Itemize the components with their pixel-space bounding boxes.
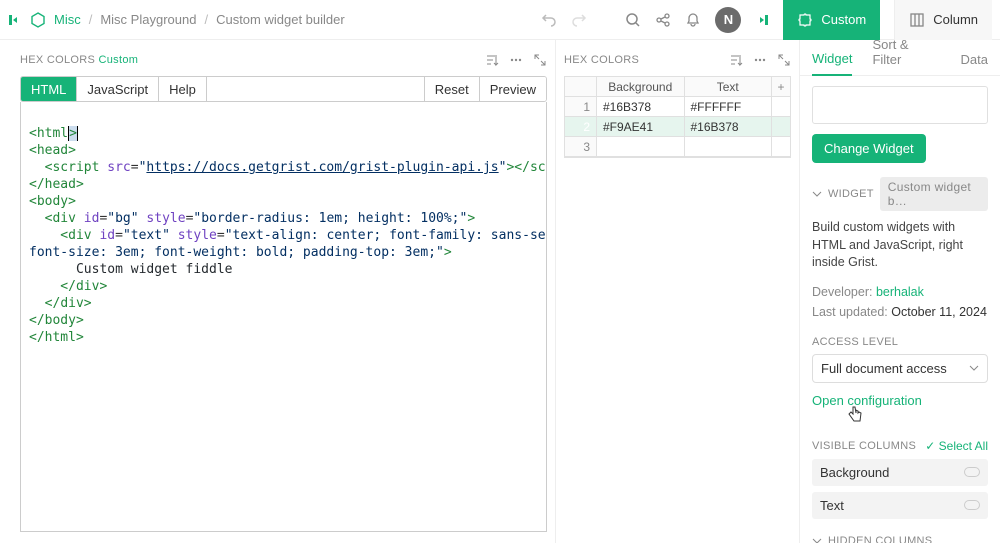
table-row[interactable]: 2 #F9AE41 #16B378 <box>565 117 790 137</box>
panel-tab-sort[interactable]: Sort & Filter <box>872 40 940 75</box>
custom-button[interactable]: Custom <box>783 0 880 40</box>
sort-icon[interactable] <box>485 53 499 67</box>
breadcrumb-1[interactable]: Misc <box>54 12 81 27</box>
widget-preview-box <box>812 86 988 124</box>
widget-section-label: WIDGET <box>828 188 874 200</box>
developer-link[interactable]: berhalak <box>876 285 924 299</box>
chevron-down-icon[interactable] <box>812 536 822 543</box>
puzzle-icon <box>797 12 813 28</box>
redo-icon[interactable] <box>571 12 587 28</box>
table-row[interactable]: 3 <box>565 137 790 157</box>
column-icon <box>909 12 925 28</box>
undo-icon[interactable] <box>541 12 557 28</box>
search-icon[interactable] <box>625 12 641 28</box>
breadcrumb-3[interactable]: Custom widget builder <box>216 12 345 27</box>
toggle-icon[interactable] <box>964 467 980 477</box>
more-icon[interactable] <box>509 53 523 67</box>
tab-html[interactable]: HTML <box>21 77 77 101</box>
avatar[interactable]: N <box>715 7 741 33</box>
table-row[interactable]: 1 #16B378 #FFFFFF <box>565 97 790 117</box>
editor-section-title: HEX COLORS Custom <box>20 54 138 66</box>
data-table[interactable]: Background Text + 1 #16B378 #FFFFFF 2 #F… <box>564 76 791 158</box>
share-icon[interactable] <box>655 12 671 28</box>
doc-icon <box>30 12 46 28</box>
visible-column-text[interactable]: Text <box>812 492 988 519</box>
access-level-label: ACCESS LEVEL <box>812 336 988 348</box>
column-button[interactable]: Column <box>894 0 992 40</box>
expand-icon[interactable] <box>777 53 791 67</box>
custom-label: Custom <box>821 12 866 27</box>
tab-help[interactable]: Help <box>159 77 207 101</box>
expand-icon[interactable] <box>533 53 547 67</box>
tab-reset[interactable]: Reset <box>425 77 480 101</box>
panel-tab-widget[interactable]: Widget <box>812 51 852 76</box>
more-icon[interactable] <box>753 53 767 67</box>
breadcrumb-2[interactable]: Misc Playground <box>100 12 196 27</box>
cursor-hand-icon <box>848 406 1000 425</box>
add-column-button[interactable]: + <box>772 77 790 96</box>
dock-right-icon[interactable] <box>755 13 769 27</box>
widget-description: Build custom widgets with HTML and JavaS… <box>812 219 988 272</box>
visible-column-background[interactable]: Background <box>812 459 988 486</box>
widget-name-badge: Custom widget b… <box>880 177 988 211</box>
toggle-icon[interactable] <box>964 500 980 510</box>
bell-icon[interactable] <box>685 12 701 28</box>
col-header-text[interactable]: Text <box>685 77 773 96</box>
sort-icon[interactable] <box>729 53 743 67</box>
column-label: Column <box>933 12 978 27</box>
chevron-down-icon <box>969 363 979 373</box>
select-all-link[interactable]: ✓ Select All <box>925 439 988 453</box>
panel-tab-data[interactable]: Data <box>961 52 988 75</box>
col-header-background[interactable]: Background <box>597 77 685 96</box>
access-level-select[interactable]: Full document access <box>812 354 988 383</box>
hidden-columns-label: HIDDEN COLUMNS <box>828 535 932 543</box>
chevron-down-icon[interactable] <box>812 189 822 199</box>
change-widget-button[interactable]: Change Widget <box>812 134 926 163</box>
code-editor[interactable]: <html> <head> <script src="https://docs.… <box>20 102 547 532</box>
dock-left-icon[interactable] <box>8 13 22 27</box>
editor-tabs: HTML JavaScript Help Reset Preview <box>20 76 547 102</box>
tab-preview[interactable]: Preview <box>480 77 546 101</box>
visible-columns-label: VISIBLE COLUMNS <box>812 440 916 452</box>
table-section-title: HEX COLORS <box>564 54 639 66</box>
tab-javascript[interactable]: JavaScript <box>77 77 159 101</box>
